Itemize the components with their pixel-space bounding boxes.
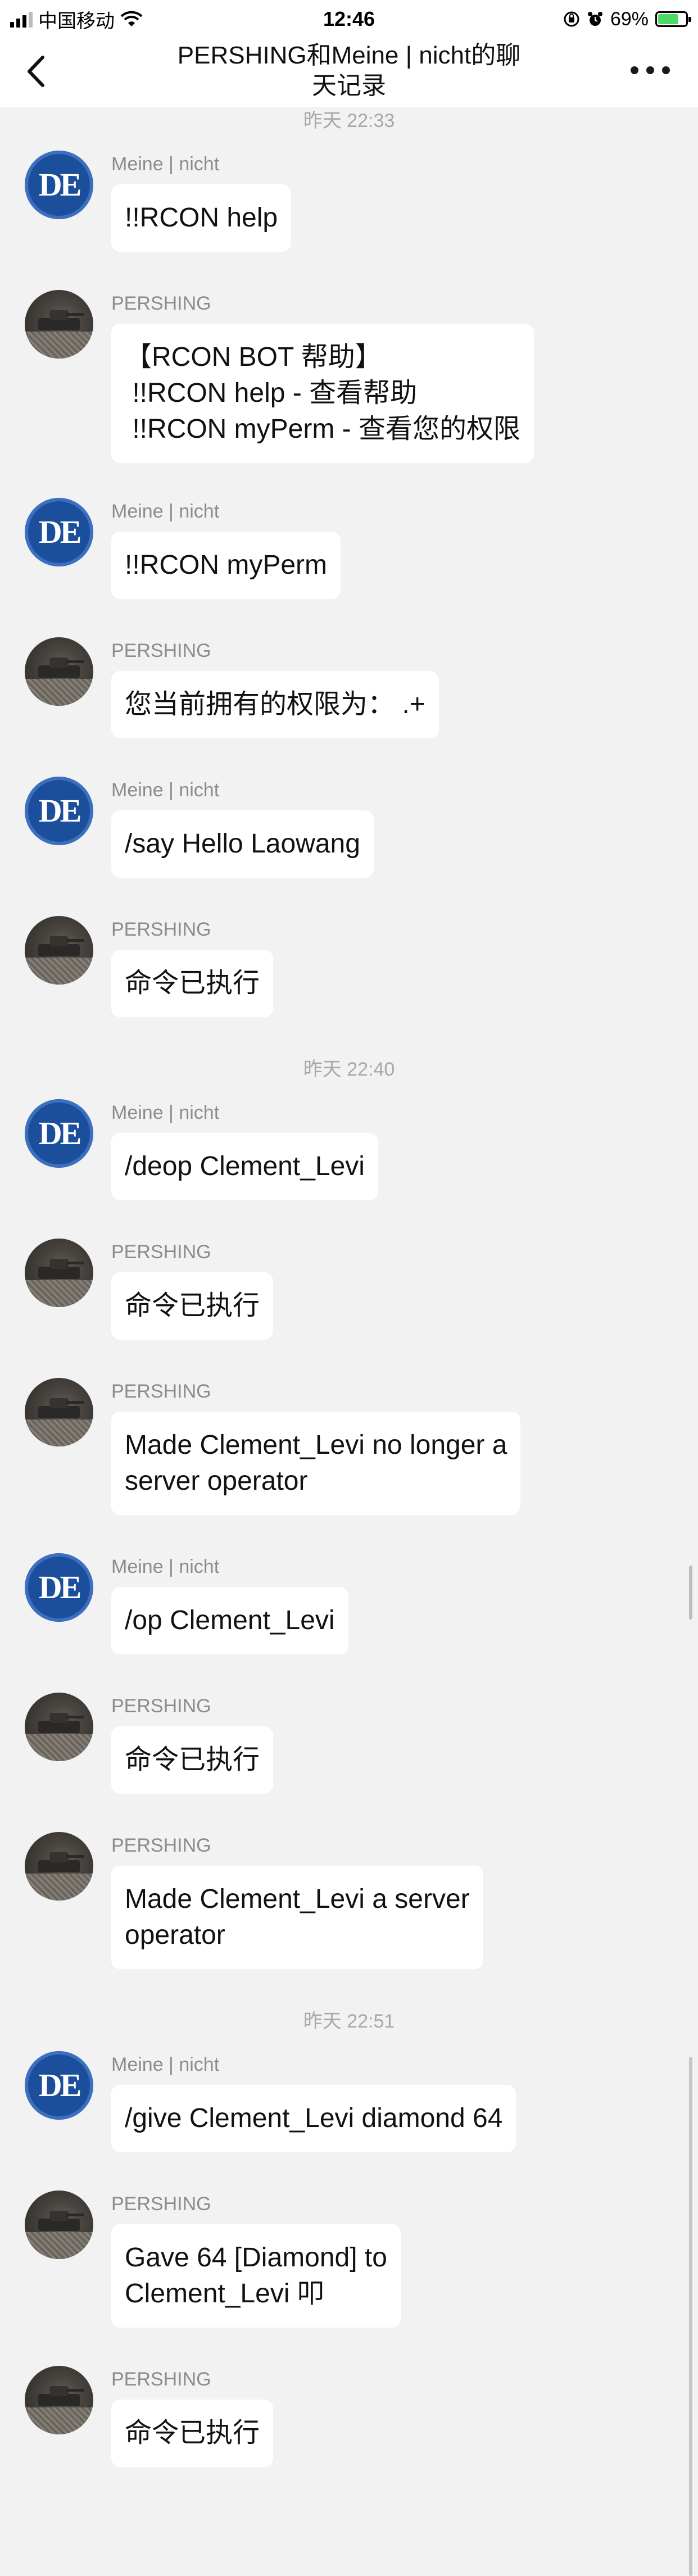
sender-name: PERSHING xyxy=(111,1241,211,1263)
message: PERSHING 命令已执行 xyxy=(0,1693,698,1832)
message: PERSHING 命令已执行 xyxy=(0,1239,698,1378)
message-bubble[interactable]: Made Clement_Levi no longer a server ope… xyxy=(111,1412,521,1515)
message-bubble[interactable]: /deop Clement_Levi xyxy=(111,1133,378,1200)
nav-bar: PERSHING和Meine | nicht的聊 天记录 xyxy=(0,37,698,107)
alarm-icon xyxy=(587,12,602,26)
time-divider: 昨天 22:51 xyxy=(303,2011,395,2032)
message-bubble[interactable]: /give Clement_Levi diamond 64 xyxy=(111,2085,516,2152)
chat-history: 昨天 22:33 DE Meine | nicht !!RCON help PE… xyxy=(0,107,698,2505)
scroll-indicator[interactable] xyxy=(689,1566,692,1620)
avatar-meine[interactable]: DE xyxy=(25,1553,93,1622)
time-divider: 昨天 22:33 xyxy=(303,110,395,131)
avatar-meine[interactable]: DE xyxy=(25,2051,93,2120)
sender-name: Meine | nicht xyxy=(111,1102,220,1123)
avatar-pershing[interactable] xyxy=(25,1832,93,1901)
battery-icon xyxy=(655,11,691,27)
status-bar: 中国移动 12:46 69% xyxy=(0,0,698,37)
message-bubble[interactable]: 命令已执行 xyxy=(111,1272,274,1340)
sender-name: PERSHING xyxy=(111,2193,211,2215)
message: PERSHING 命令已执行 xyxy=(0,2366,698,2505)
chat-title: PERSHING和Meine | nicht的聊 天记录 xyxy=(152,40,546,101)
back-arrow-icon[interactable] xyxy=(21,52,55,91)
avatar-meine[interactable]: DE xyxy=(25,777,93,845)
sender-name: PERSHING xyxy=(111,640,211,661)
avatar-meine[interactable]: DE xyxy=(25,498,93,566)
message: DE Meine | nicht !!RCON myPerm xyxy=(0,498,698,637)
message: DE Meine | nicht !!RCON help xyxy=(0,151,698,290)
sender-name: PERSHING xyxy=(111,1695,211,1717)
avatar-meine[interactable]: DE xyxy=(25,151,93,219)
sender-name: PERSHING xyxy=(111,2369,211,2390)
message-bubble[interactable]: 命令已执行 xyxy=(111,950,274,1017)
message: PERSHING Made Clement_Levi no longer a s… xyxy=(0,1378,698,1553)
avatar-pershing[interactable] xyxy=(25,916,93,985)
sender-name: PERSHING xyxy=(111,919,211,940)
message: PERSHING Gave 64 [Diamond] to Clement_Le… xyxy=(0,2190,698,2366)
avatar-pershing[interactable] xyxy=(25,290,93,359)
message: PERSHING 【RCON BOT 帮助】 !!RCON help - 查看帮… xyxy=(0,290,698,498)
message-bubble[interactable]: Gave 64 [Diamond] to Clement_Levi 叩 xyxy=(111,2224,401,2328)
message-bubble[interactable]: 命令已执行 xyxy=(111,1726,274,1794)
sender-name: PERSHING xyxy=(111,293,211,314)
message-bubble[interactable]: 命令已执行 xyxy=(111,2400,274,2467)
sender-name: Meine | nicht xyxy=(111,2054,220,2075)
message: DE Meine | nicht /give Clement_Levi diam… xyxy=(0,2051,698,2190)
chat-title-line-1: PERSHING和Meine | nicht的聊 xyxy=(177,42,521,69)
sender-name: Meine | nicht xyxy=(111,1556,220,1577)
avatar-pershing[interactable] xyxy=(25,1378,93,1446)
message-bubble[interactable]: Made Clement_Levi a server operator xyxy=(111,1866,483,1969)
avatar-meine[interactable]: DE xyxy=(25,1099,93,1168)
message: PERSHING Made Clement_Levi a server oper… xyxy=(0,1832,698,2007)
status-right: 69% xyxy=(563,3,691,35)
avatar-pershing[interactable] xyxy=(25,2366,93,2434)
message: DE Meine | nicht /deop Clement_Levi xyxy=(0,1099,698,1239)
message-bubble[interactable]: !!RCON help xyxy=(111,184,292,252)
sender-name: PERSHING xyxy=(111,1835,211,1856)
message-bubble[interactable]: /say Hello Laowang xyxy=(111,810,374,878)
sender-name: PERSHING xyxy=(111,1381,211,1402)
message-bubble[interactable]: !!RCON myPerm xyxy=(111,532,341,599)
avatar-pershing[interactable] xyxy=(25,1693,93,1761)
message: DE Meine | nicht /op Clement_Levi xyxy=(0,1553,698,1693)
message: PERSHING 您当前拥有的权限为： .+ xyxy=(0,637,698,777)
sender-name: Meine | nicht xyxy=(111,153,220,175)
message-bubble[interactable]: 【RCON BOT 帮助】 !!RCON help - 查看帮助 !!RCON … xyxy=(111,324,534,463)
message: DE Meine | nicht /say Hello Laowang xyxy=(0,777,698,916)
orientation-lock-icon xyxy=(564,11,579,27)
avatar-pershing[interactable] xyxy=(25,1239,93,1307)
avatar-pershing[interactable] xyxy=(25,2190,93,2259)
sender-name: Meine | nicht xyxy=(111,501,220,522)
avatar-pershing[interactable] xyxy=(25,637,93,706)
scrollbar[interactable] xyxy=(689,2057,692,2576)
message-bubble[interactable]: 您当前拥有的权限为： .+ xyxy=(111,671,439,738)
battery-percent: 69% xyxy=(610,8,649,30)
sender-name: Meine | nicht xyxy=(111,779,220,801)
message: PERSHING 命令已执行 xyxy=(0,916,698,1055)
message-bubble[interactable]: /op Clement_Levi xyxy=(111,1587,348,1654)
time-divider: 昨天 22:40 xyxy=(303,1059,395,1080)
chat-title-line-2: 天记录 xyxy=(312,72,386,99)
more-options-icon[interactable] xyxy=(631,62,670,79)
